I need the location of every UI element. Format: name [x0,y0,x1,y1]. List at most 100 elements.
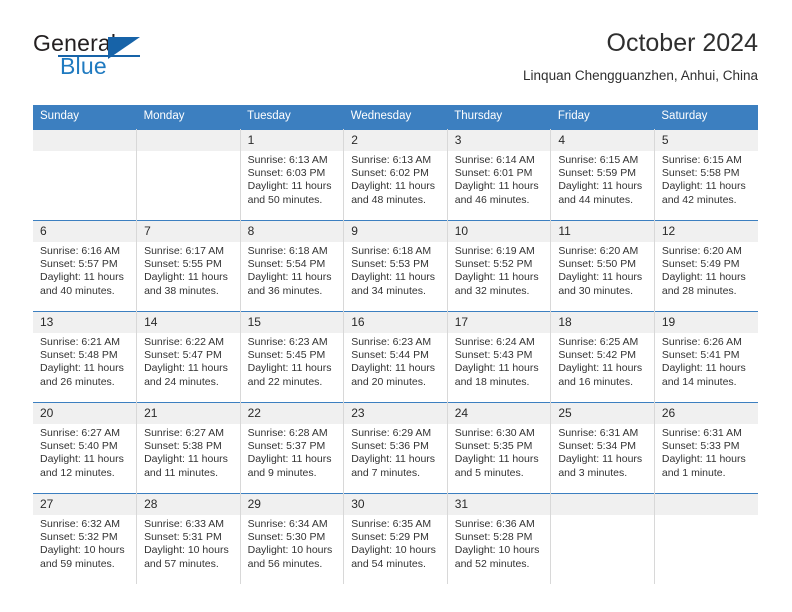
sunrise-text: Sunrise: 6:17 AM [144,245,225,257]
sunset-text: Sunset: 5:29 PM [351,531,429,544]
day-number: 17 [447,312,551,333]
calendar-day-cell[interactable]: 6 Sunrise: 6:16 AM Sunset: 5:57 PM Daylight… [33,220,138,312]
calendar-day-cell[interactable]: 19 Sunrise: 6:26 AM Sunset: 5:41 PM Dayligh… [654,311,758,403]
sunrise-text: Sunrise: 6:26 AM [661,336,742,348]
calendar-day-cell[interactable]: 27 Sunrise: 6:32 AM Sunset: 5:32 PM Dayligh… [33,493,138,584]
page-header: General Blue October 2024 Linquan Chengg… [33,28,758,96]
calendar-day-cell[interactable]: 30 Sunrise: 6:35 AM Sunset: 5:29 PM Dayligh… [343,493,448,584]
calendar-day-cell[interactable]: 17 Sunrise: 6:24 AM Sunset: 5:43 PM Dayligh… [447,311,552,403]
daylight-text: Daylight: 11 hours and 11 minutes. [144,453,228,479]
calendar-day-cell[interactable]: 5 Sunrise: 6:15 AM Sunset: 5:58 PM Daylight… [654,129,758,221]
sunrise-text: Sunrise: 6:33 AM [144,518,225,530]
sunrise-text: Sunrise: 6:35 AM [351,518,432,530]
calendar-day-cell[interactable]: 24 Sunrise: 6:30 AM Sunset: 5:35 PM Dayligh… [447,402,552,494]
day-number: 9 [344,221,447,242]
day-number: 10 [447,221,551,242]
sunset-text: Sunset: 5:43 PM [454,349,533,362]
day-details: Sunrise: 6:18 AM Sunset: 5:53 PM Daylight:… [344,242,447,298]
sunset-text: Sunset: 5:37 PM [247,440,326,453]
calendar-day-cell[interactable]: 8 Sunrise: 6:18 AM Sunset: 5:54 PM Daylight… [240,220,345,312]
weekday-header-sunday: Sunday [33,105,137,130]
calendar-week-row: 6 Sunrise: 6:16 AM Sunset: 5:57 PM Daylight… [33,220,758,312]
daylight-text: Daylight: 11 hours and 44 minutes. [558,180,643,206]
day-details: Sunrise: 6:22 AM Sunset: 5:47 PM Daylight:… [137,333,240,389]
day-details: Sunrise: 6:13 AM Sunset: 6:02 PM Daylight:… [344,151,447,207]
calendar-day-cell[interactable]: 29 Sunrise: 6:34 AM Sunset: 5:30 PM Dayligh… [240,493,345,584]
calendar-day-cell-empty [33,129,138,221]
daylight-text: Daylight: 11 hours and 9 minutes. [247,453,332,479]
calendar-day-cell[interactable]: 31 Sunrise: 6:36 AM Sunset: 5:28 PM Dayligh… [447,493,552,584]
weekday-header-saturday: Saturday [654,105,758,130]
weekday-header-tuesday: Tuesday [240,105,344,130]
sunrise-text: Sunrise: 6:28 AM [247,427,328,439]
calendar-day-cell[interactable]: 15 Sunrise: 6:23 AM Sunset: 5:45 PM Dayligh… [240,311,345,403]
calendar-day-cell[interactable]: 13 Sunrise: 6:21 AM Sunset: 5:48 PM Dayligh… [33,311,138,403]
sunset-text: Sunset: 5:50 PM [558,258,636,271]
calendar-day-cell[interactable]: 12 Sunrise: 6:20 AM Sunset: 5:49 PM Dayligh… [654,220,758,312]
calendar-day-cell[interactable]: 11 Sunrise: 6:20 AM Sunset: 5:50 PM Dayligh… [550,220,655,312]
calendar-day-cell[interactable]: 16 Sunrise: 6:23 AM Sunset: 5:44 PM Dayligh… [343,311,448,403]
day-number: 1 [240,130,344,151]
calendar-day-cell[interactable]: 20 Sunrise: 6:27 AM Sunset: 5:40 PM Dayligh… [33,402,138,494]
daylight-text: Daylight: 10 hours and 56 minutes. [247,544,333,570]
calendar-day-cell[interactable]: 14 Sunrise: 6:22 AM Sunset: 5:47 PM Dayligh… [136,311,241,403]
day-number: 3 [447,130,551,151]
sunset-text: Sunset: 6:01 PM [454,167,533,180]
day-number: 16 [344,312,447,333]
sunrise-text: Sunrise: 6:27 AM [144,427,225,439]
day-number: 18 [551,312,654,333]
weekday-header-monday: Monday [136,105,241,130]
sunrise-text: Sunrise: 6:29 AM [351,427,432,439]
calendar-day-cell[interactable]: 1 Sunrise: 6:13 AM Sunset: 6:03 PM Daylight… [240,129,345,221]
daylight-text: Daylight: 11 hours and 32 minutes. [454,271,539,297]
day-details: Sunrise: 6:35 AM Sunset: 5:29 PM Daylight:… [344,515,447,571]
day-details: Sunrise: 6:15 AM Sunset: 5:59 PM Daylight:… [551,151,654,207]
day-details: Sunrise: 6:30 AM Sunset: 5:35 PM Daylight:… [448,424,551,480]
daylight-text: Daylight: 10 hours and 52 minutes. [454,544,540,570]
calendar-day-cell-empty [136,129,241,221]
calendar-day-cell[interactable]: 3 Sunrise: 6:14 AM Sunset: 6:01 PM Daylight… [447,129,552,221]
day-number: 29 [240,494,344,515]
sunrise-text: Sunrise: 6:22 AM [144,336,225,348]
calendar-day-cell[interactable]: 10 Sunrise: 6:19 AM Sunset: 5:52 PM Dayligh… [447,220,552,312]
sunset-text: Sunset: 5:34 PM [558,440,636,453]
sunrise-text: Sunrise: 6:13 AM [247,154,328,166]
day-details: Sunrise: 6:21 AM Sunset: 5:48 PM Daylight:… [33,333,136,389]
sunset-text: Sunset: 5:32 PM [40,531,118,544]
weekday-header-friday: Friday [550,105,655,130]
day-details: Sunrise: 6:25 AM Sunset: 5:42 PM Daylight:… [551,333,654,389]
sunrise-text: Sunrise: 6:14 AM [454,154,535,166]
day-number: 31 [447,494,551,515]
brand-name-blue: Blue [60,53,107,79]
sunrise-sunset-calendar-table: Sunday Monday Tuesday Wednesday Thursday… [33,105,758,584]
calendar-day-cell[interactable]: 23 Sunrise: 6:29 AM Sunset: 5:36 PM Dayligh… [343,402,448,494]
calendar-day-cell[interactable]: 22 Sunrise: 6:28 AM Sunset: 5:37 PM Dayligh… [240,402,345,494]
calendar-day-cell[interactable]: 2 Sunrise: 6:13 AM Sunset: 6:02 PM Daylight… [343,129,448,221]
day-number [654,494,758,515]
sunset-text: Sunset: 5:48 PM [40,349,118,362]
calendar-day-cell[interactable]: 4 Sunrise: 6:15 AM Sunset: 5:59 PM Daylight… [550,129,655,221]
day-number: 4 [551,130,654,151]
day-details: Sunrise: 6:19 AM Sunset: 5:52 PM Daylight:… [448,242,551,298]
general-blue-logo[interactable]: General Blue [33,30,243,88]
calendar-page: General Blue October 2024 Linquan Chengg… [0,0,792,612]
calendar-day-cell[interactable]: 18 Sunrise: 6:25 AM Sunset: 5:42 PM Dayligh… [550,311,655,403]
day-number: 25 [551,403,654,424]
day-details: Sunrise: 6:18 AM Sunset: 5:54 PM Daylight:… [241,242,344,298]
sunrise-text: Sunrise: 6:18 AM [351,245,432,257]
calendar-day-cell[interactable]: 7 Sunrise: 6:17 AM Sunset: 5:55 PM Daylight… [136,220,241,312]
daylight-text: Daylight: 11 hours and 16 minutes. [558,362,643,388]
sunrise-text: Sunrise: 6:36 AM [454,518,535,530]
calendar-day-cell[interactable]: 21 Sunrise: 6:27 AM Sunset: 5:38 PM Dayligh… [136,402,241,494]
weekday-header-thursday: Thursday [447,105,551,130]
calendar-day-cell[interactable]: 9 Sunrise: 6:18 AM Sunset: 5:53 PM Daylight… [343,220,448,312]
calendar-day-cell[interactable]: 26 Sunrise: 6:31 AM Sunset: 5:33 PM Dayligh… [654,402,758,494]
sunset-text: Sunset: 5:54 PM [247,258,326,271]
calendar-day-cell[interactable]: 25 Sunrise: 6:31 AM Sunset: 5:34 PM Dayligh… [550,402,655,494]
weekday-header-wednesday: Wednesday [343,105,448,130]
calendar-day-cell[interactable]: 28 Sunrise: 6:33 AM Sunset: 5:31 PM Dayligh… [136,493,241,584]
day-number: 5 [654,130,758,151]
day-details: Sunrise: 6:27 AM Sunset: 5:38 PM Daylight:… [137,424,240,480]
day-number: 8 [240,221,344,242]
day-number: 7 [137,221,240,242]
